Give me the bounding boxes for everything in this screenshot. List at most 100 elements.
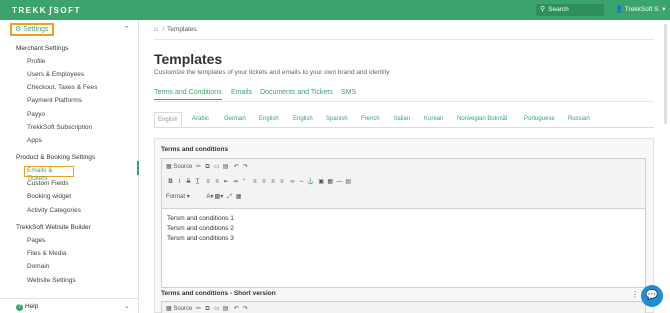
chevron-down-icon[interactable]: ⌄ <box>124 302 130 310</box>
cut-icon[interactable]: ✂ <box>194 163 203 170</box>
help-menu[interactable]: ? Help ⌄ <box>0 298 138 313</box>
sidebar-item-checkout-taxes-fees[interactable]: Checkout, Taxes & Fees <box>27 84 97 91</box>
terms-line-3: Tersm and conditions 3 <box>167 235 234 242</box>
template-tabs: Terms and Conditions Emails Documents an… <box>154 88 654 102</box>
sidebar-item-profile[interactable]: Profile <box>27 58 45 65</box>
undo-icon[interactable]: ↶ <box>232 163 241 170</box>
lang-tab-spanish[interactable]: Spanish <box>326 116 348 122</box>
strikethrough-icon[interactable]: S <box>184 179 193 185</box>
redo-icon[interactable]: ↷ <box>241 163 250 170</box>
home-icon[interactable]: ⌂ <box>154 26 158 33</box>
lang-tab-french[interactable]: French <box>361 116 380 122</box>
sidebar-item-apps[interactable]: Apps <box>27 137 42 144</box>
text-color-icon[interactable]: A▾ <box>205 193 214 200</box>
short-copy-icon[interactable]: ⧉ <box>203 306 212 313</box>
page-scrollbar[interactable] <box>664 24 667 124</box>
link-icon[interactable]: ∞ <box>288 179 297 185</box>
short-source-icon[interactable]: ▦ <box>166 306 172 312</box>
indent-icon[interactable]: ⇥ <box>231 178 240 185</box>
short-source-button[interactable]: Source <box>173 306 192 312</box>
lang-tab-portuguese[interactable]: Portuguese <box>524 116 555 122</box>
bold-icon[interactable]: B <box>166 179 175 185</box>
sidebar-item-payment-platforms[interactable]: Payment Platforms <box>27 97 82 104</box>
language-tabs: English Arabic German English English Sp… <box>154 112 654 128</box>
paste-icon[interactable]: ▭ <box>212 163 221 170</box>
terms-label: Terms and conditions <box>161 146 229 153</box>
lang-tab-german[interactable]: German <box>224 116 246 122</box>
outdent-icon[interactable]: ⇤ <box>222 178 231 185</box>
align-left-icon[interactable]: ≡ <box>250 179 259 185</box>
source-button[interactable]: Source <box>173 164 192 170</box>
terms-short-label: Terms and conditions - Short version <box>161 290 276 297</box>
sidebar: ⚙ Settings ⌃ Merchant Settings Profile U… <box>0 20 139 313</box>
lang-tab-arabic[interactable]: Arabic <box>192 116 209 122</box>
sidebar-item-pages[interactable]: Pages <box>27 237 45 244</box>
terms-line-2: Tersm and conditions 2 <box>167 225 234 232</box>
user-menu[interactable]: 👤 TrekkSoft S. ▾ <box>615 4 665 16</box>
user-name: TrekkSoft S. <box>624 6 661 13</box>
chat-bubble-icon[interactable]: 💬 <box>641 285 663 307</box>
format-dropdown[interactable]: Format <box>166 194 185 200</box>
short-cut-icon[interactable]: ✂ <box>194 305 203 312</box>
lang-tab-russian[interactable]: Russian <box>568 116 590 122</box>
page-break-icon[interactable]: ▤ <box>344 178 353 185</box>
table-icon[interactable]: ▦ <box>326 178 335 185</box>
maximize-icon[interactable]: ⤢ <box>225 194 234 201</box>
user-icon: 👤 <box>615 6 624 13</box>
editor-toolbar: ▦ Source ✂ ⧉ ▭ ▤ ↶ ↷ B I S T̲ ≡ ≡ ⇤ ⇥ “ ≡ ≡ ≡ ≡ ∞ ∼ ⚓ ▣ ▦… <box>162 159 645 209</box>
short-undo-icon[interactable]: ↶ <box>232 305 241 312</box>
terms-short-editor[interactable]: ▦ Source ✂ ⧉ ▭ ▤ ↶ ↷ <box>161 301 646 313</box>
anchor-icon[interactable]: ⚓ <box>306 178 315 185</box>
terms-editor[interactable]: ▦ Source ✂ ⧉ ▭ ▤ ↶ ↷ B I S T̲ ≡ ≡ ⇤ ⇥ “ ≡ ≡ ≡ ≡ ∞ ∼ ⚓ ▣ ▦… <box>161 158 646 288</box>
numbered-list-icon[interactable]: ≡ <box>204 179 213 185</box>
help-label-wrap[interactable]: ? Help <box>16 303 38 311</box>
sidebar-item-payyo[interactable]: Payyo <box>27 111 45 118</box>
align-right-icon[interactable]: ≡ <box>268 179 277 185</box>
sidebar-item-emails-tickets[interactable]: Emails & Tickets <box>24 166 74 182</box>
sidebar-item-custom-fields[interactable]: Custom Fields <box>27 180 69 187</box>
lang-tab-english-3[interactable]: English <box>293 116 313 122</box>
short-paste-text-icon[interactable]: ▤ <box>221 305 230 312</box>
short-paste-icon[interactable]: ▭ <box>212 305 221 312</box>
background-color-icon[interactable]: ▩▾ <box>214 193 224 200</box>
sidebar-item-website-settings[interactable]: Website Settings <box>27 277 76 284</box>
justify-icon[interactable]: ≡ <box>277 179 286 185</box>
logo-text-left: TREKK <box>12 6 48 15</box>
search-input[interactable]: ⚲ Search <box>536 4 604 16</box>
lang-tab-norwegian-bokmal[interactable]: Norwegian Bokmål <box>457 116 507 122</box>
image-icon[interactable]: ▣ <box>317 178 326 185</box>
chevron-up-icon[interactable]: ⌃ <box>124 25 130 33</box>
unlink-icon[interactable]: ∼ <box>297 178 306 185</box>
trekksoft-logo[interactable]: TREKK ∫ SOFT <box>12 5 81 15</box>
help-label: Help <box>25 303 39 310</box>
copy-icon[interactable]: ⧉ <box>203 164 212 171</box>
bulleted-list-icon[interactable]: ≡ <box>213 179 222 185</box>
sidebar-item-trekksoft-subscription[interactable]: TrekkSoft Subscription <box>27 124 92 131</box>
tab-documents-and-tickets[interactable]: Documents and Tickets <box>260 89 333 96</box>
lang-tab-korean[interactable]: Korean <box>424 116 443 122</box>
lang-tab-english-active[interactable]: English <box>154 112 182 127</box>
sidebar-item-domain[interactable]: Domain <box>27 263 49 270</box>
editor-content[interactable]: Tersm and conditions 1 Tersm and conditi… <box>162 209 645 287</box>
short-redo-icon[interactable]: ↷ <box>241 305 250 312</box>
sidebar-item-users-employees[interactable]: Users & Employees <box>27 71 84 78</box>
blockquote-icon[interactable]: “ <box>240 179 249 185</box>
search-placeholder: Search <box>548 6 569 13</box>
settings-header[interactable]: ⚙ Settings ⌃ <box>0 20 138 40</box>
settings-toggle[interactable]: ⚙ Settings <box>10 23 54 36</box>
sidebar-item-booking-widget[interactable]: Booking widget <box>27 193 71 200</box>
lang-tab-italian[interactable]: Italian <box>394 116 410 122</box>
align-center-icon[interactable]: ≡ <box>259 179 268 185</box>
horizontal-rule-icon[interactable]: ― <box>335 179 344 185</box>
lang-tab-english-2[interactable]: English <box>259 116 279 122</box>
paste-text-icon[interactable]: ▤ <box>221 163 230 170</box>
source-icon[interactable]: ▦ <box>166 164 172 170</box>
remove-format-icon[interactable]: T̲ <box>193 179 202 185</box>
tab-emails[interactable]: Emails <box>231 89 252 96</box>
tab-terms-and-conditions[interactable]: Terms and Conditions <box>154 89 222 100</box>
tab-sms[interactable]: SMS <box>341 89 356 96</box>
sidebar-item-files-media[interactable]: Files & Media <box>27 250 66 257</box>
sidebar-item-activity-categories[interactable]: Activity Categories <box>27 207 81 214</box>
show-blocks-icon[interactable]: ▦ <box>234 193 243 200</box>
italic-icon[interactable]: I <box>175 179 184 185</box>
